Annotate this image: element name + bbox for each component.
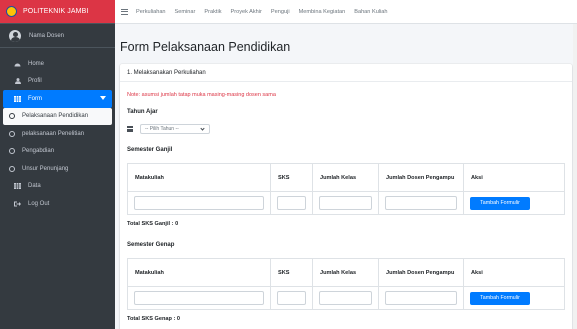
table-header-row: Matakuliah SKS Jumlah Kelas Jumlah Dosen… (127, 258, 565, 287)
sidebar-item-label: Home (28, 60, 45, 67)
form-card: 1. Melaksanakan Perkuliahan Note: asumsi… (120, 64, 572, 329)
total-sks-ganjil: Total SKS Ganjil : 0 (127, 221, 179, 227)
ganjil-table: Matakuliah SKS Jumlah Kelas Jumlah Dosen… (127, 163, 565, 215)
topnav-membina-kegiatan[interactable]: Membina Kegiatan (299, 9, 346, 15)
topnav-perkuliahan[interactable]: Perkuliahan (136, 9, 166, 15)
topnav-bahan-kuliah[interactable]: Bahan Kuliah (354, 9, 387, 15)
sidebar-nav: Home Profil Form Pelaksanaan Pendidikan … (0, 48, 115, 213)
sidebar-item-label: Pelaksanaan Pendidikan (22, 113, 89, 120)
card-title: 1. Melaksanakan Perkuliahan (120, 64, 572, 82)
column-header: SKS (270, 258, 313, 287)
page-title: Form Pelaksanaan Pendidikan (120, 40, 291, 54)
sidebar-item-label: Unsur Penunjang (22, 165, 69, 172)
logo-icon (6, 6, 17, 17)
year-row: -- Pilih Tahun -- (127, 124, 210, 134)
sidebar-item-label: pelaksanaan Penelitian (22, 130, 85, 137)
table-icon (13, 95, 22, 102)
sks-input[interactable] (277, 291, 306, 305)
column-header: SKS (270, 163, 313, 192)
sidebar-item-unsur-penunjang[interactable]: Unsur Penunjang (0, 160, 115, 178)
circle-icon (9, 113, 15, 120)
jumlah-kelas-input[interactable] (319, 196, 372, 210)
note-text: Note: asumsi jumlah tatap muka masing-ma… (127, 92, 276, 98)
matakuliah-cell (127, 191, 271, 215)
circle-icon (9, 148, 15, 155)
column-header: Jumlah Kelas (312, 163, 379, 192)
chevron-down-icon (200, 126, 205, 131)
scrollbar[interactable] (573, 24, 577, 329)
calendar-icon (127, 126, 133, 132)
sidebar-item-label: Log Out (28, 200, 50, 207)
semester-genap-label: Semester Genap (127, 242, 175, 248)
sidebar-item-pengabdian[interactable]: Pengabdian (0, 143, 115, 161)
jumlah-dosen-input[interactable] (385, 196, 457, 210)
total-sks-genap: Total SKS Genap : 0 (127, 316, 181, 322)
tambah-formulir-button[interactable]: Tambah Formulir (470, 291, 530, 305)
brand-link[interactable]: POLITEKNIK JAMBI (0, 0, 115, 24)
circle-icon (9, 130, 15, 137)
matakuliah-input[interactable] (134, 291, 264, 305)
sign-out-icon (13, 201, 22, 207)
table-row: Tambah Formulir (127, 286, 565, 310)
sks-cell (270, 286, 313, 310)
topnav-seminar[interactable]: Seminar (175, 9, 196, 15)
tambah-formulir-button[interactable]: Tambah Formulir (470, 196, 530, 210)
sidebar-item-label: Form (28, 95, 42, 102)
jumlah-dosen-input[interactable] (385, 291, 457, 305)
semester-ganjil-label: Semester Ganjil (127, 147, 173, 153)
sidebar-item-pelaksanaan-penelitian[interactable]: pelaksanaan Penelitian (0, 125, 115, 143)
sidebar-item-form[interactable]: Form (3, 90, 112, 108)
year-select[interactable]: -- Pilih Tahun -- (140, 124, 210, 134)
table-icon (13, 183, 22, 190)
aksi-cell: Tambah Formulir (463, 191, 565, 215)
sidebar-item-profil[interactable]: Profil (0, 73, 115, 91)
topnav-praktik[interactable]: Praktik (204, 9, 221, 15)
content-wrapper: Form Pelaksanaan Pendidikan 1. Melaksana… (115, 24, 577, 329)
column-header: Aksi (463, 163, 565, 192)
sidebar-item-logout[interactable]: Log Out (0, 195, 115, 213)
column-header: Matakuliah (127, 163, 271, 192)
sks-cell (270, 191, 313, 215)
sidebar: POLITEKNIK JAMBI Nama Dosen Home Profil … (0, 0, 115, 329)
matakuliah-input[interactable] (134, 196, 264, 210)
year-select-value: -- Pilih Tahun -- (145, 126, 179, 132)
column-header: Aksi (463, 258, 565, 287)
matakuliah-cell (127, 286, 271, 310)
brand-name: POLITEKNIK JAMBI (23, 8, 89, 15)
sidebar-item-label: Pengabdian (22, 148, 55, 155)
user-icon (13, 78, 22, 85)
sidebar-item-pelaksanaan-pendidikan[interactable]: Pelaksanaan Pendidikan (3, 107, 112, 125)
jumlah-kelas-input[interactable] (319, 291, 372, 305)
user-panel[interactable]: Nama Dosen (0, 24, 115, 48)
tachometer-icon (13, 61, 22, 67)
table-row: Tambah Formulir (127, 191, 565, 215)
jumlah-dosen-cell (378, 191, 464, 215)
user-avatar-icon (9, 29, 21, 42)
sidebar-item-label: Profil (28, 78, 42, 85)
top-navbar: Perkuliahan Seminar Praktik Proyek Akhir… (115, 0, 577, 24)
topnav-proyek-akhir[interactable]: Proyek Akhir (231, 9, 262, 15)
column-header: Jumlah Dosen Pengampu (378, 258, 464, 287)
sidebar-item-label: Data (28, 183, 41, 190)
genap-table: Matakuliah SKS Jumlah Kelas Jumlah Dosen… (127, 258, 565, 310)
sidebar-item-data[interactable]: Data (0, 178, 115, 196)
table-header-row: Matakuliah SKS Jumlah Kelas Jumlah Dosen… (127, 163, 565, 192)
jumlah-dosen-cell (378, 286, 464, 310)
column-header: Jumlah Kelas (312, 258, 379, 287)
jumlah-kelas-cell (312, 191, 379, 215)
circle-icon (9, 165, 15, 172)
topnav-penguji[interactable]: Penguji (271, 9, 290, 15)
column-header: Matakuliah (127, 258, 271, 287)
column-header: Jumlah Dosen Pengampu (378, 163, 464, 192)
sks-input[interactable] (277, 196, 306, 210)
chevron-down-icon (100, 96, 106, 100)
year-label: Tahun Ajar (127, 109, 158, 115)
jumlah-kelas-cell (312, 286, 379, 310)
menu-toggle-icon[interactable] (121, 8, 128, 15)
sidebar-item-home[interactable]: Home (0, 55, 115, 73)
user-name: Nama Dosen (29, 32, 65, 39)
aksi-cell: Tambah Formulir (463, 286, 565, 310)
